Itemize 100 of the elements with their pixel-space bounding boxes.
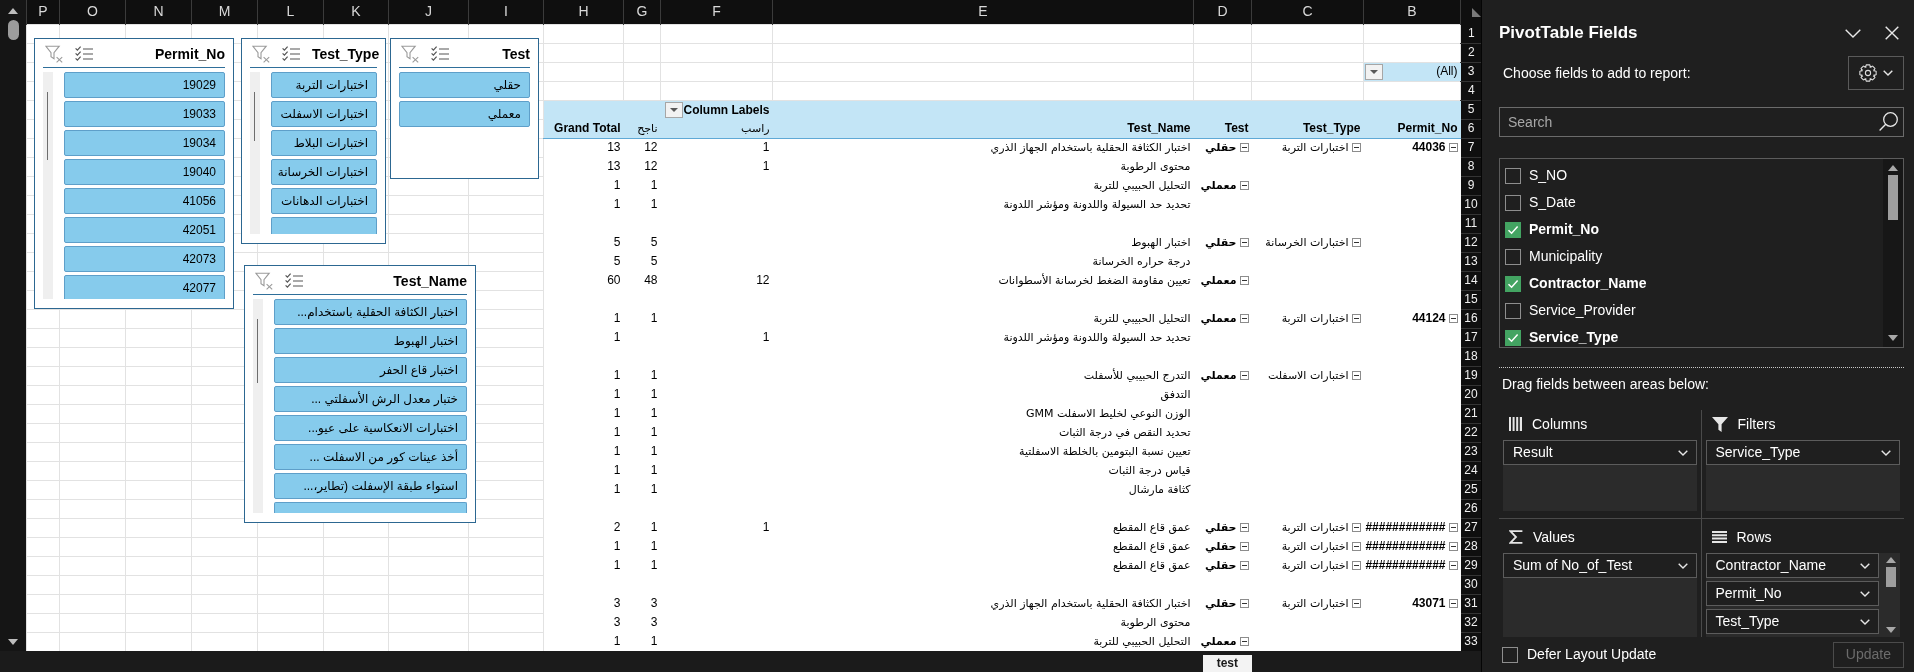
dropdown-button[interactable]: [665, 102, 684, 118]
scroll-down-icon[interactable]: [1888, 335, 1898, 341]
dropdown-button[interactable]: [1365, 63, 1383, 80]
checkbox[interactable]: [1505, 248, 1521, 265]
collapse-icon[interactable]: [1448, 599, 1458, 608]
scroll-track[interactable]: [253, 299, 263, 513]
slicer-item[interactable]: اختبارات البلاط: [271, 130, 377, 156]
defer-layout-label[interactable]: Defer Layout Update: [1527, 644, 1657, 665]
clear-filter-icon[interactable]: [401, 45, 419, 63]
checkbox[interactable]: [1505, 221, 1521, 238]
collapse-icon[interactable]: [1239, 561, 1249, 570]
close-icon[interactable]: [1885, 26, 1899, 40]
field-dropdown[interactable]: Contractor_Name: [1705, 553, 1879, 578]
slicer-item[interactable]: اختبارات الانعكاسية على عيو...: [274, 415, 467, 441]
slicer-item[interactable]: استواء طبقة الإسفلت (تطاير،...: [274, 473, 467, 499]
slicer-item[interactable]: اختبارات الاسفلت: [271, 101, 377, 127]
collapse-icon[interactable]: [1351, 143, 1361, 153]
collapse-icon[interactable]: [1239, 371, 1249, 380]
slicer-item[interactable]: 42051: [64, 217, 225, 243]
slicer-item[interactable]: 41056: [64, 188, 225, 214]
collapse-icon[interactable]: [1239, 238, 1249, 247]
field-dropdown[interactable]: Sum of No_of_Test: [1503, 553, 1697, 578]
collapse-icon[interactable]: [1351, 238, 1361, 247]
slicer-item[interactable]: 42077: [64, 275, 225, 299]
slicer-item[interactable]: 19034: [64, 130, 225, 156]
multi-select-icon[interactable]: [285, 273, 303, 289]
slicer-item[interactable]: اختبارات الدهانات: [271, 188, 377, 214]
scroll-track[interactable]: [43, 72, 53, 299]
slicer-item[interactable]: ختبار معدل الرش الأسفلتي ...: [274, 386, 467, 412]
scroll-up-icon[interactable]: [1888, 165, 1898, 171]
checkbox[interactable]: [1505, 302, 1521, 319]
collapse-icon[interactable]: [1448, 523, 1458, 532]
slicer-item[interactable]: معملي: [399, 101, 530, 127]
clear-filter-icon[interactable]: [45, 45, 63, 63]
slicer-item[interactable]: اختبار الهبوط: [274, 328, 467, 354]
search-icon[interactable]: [1879, 112, 1898, 131]
settings-button[interactable]: [1848, 56, 1904, 90]
slicer-item[interactable]: حقلي: [399, 72, 530, 98]
field-name[interactable]: Contractor_Name: [1529, 273, 1647, 294]
collapse-icon[interactable]: [1448, 542, 1458, 551]
field-name[interactable]: Municipality: [1529, 246, 1603, 267]
slicer-item[interactable]: اختبار قاع الحفر: [274, 357, 467, 383]
field-dropdown[interactable]: Result: [1503, 440, 1697, 465]
scroll-down-icon[interactable]: [1886, 627, 1896, 633]
clear-filter-icon[interactable]: [255, 272, 273, 290]
field-name[interactable]: Service_Provider: [1529, 300, 1636, 321]
collapse-icon[interactable]: [1239, 599, 1249, 608]
multi-select-icon[interactable]: [282, 46, 300, 62]
collapse-icon[interactable]: [1448, 314, 1458, 323]
checkbox[interactable]: [1502, 646, 1518, 663]
collapse-icon[interactable]: [1351, 371, 1361, 380]
sheet-tab[interactable]: test: [1202, 655, 1252, 672]
collapse-icon[interactable]: [1351, 561, 1361, 570]
checkbox[interactable]: [1505, 167, 1521, 184]
checkbox[interactable]: [1505, 329, 1521, 346]
scroll-thumb[interactable]: [257, 319, 258, 384]
slicer-item[interactable]: 42073: [64, 246, 225, 272]
slicer-item[interactable]: اختبار الكثافة الحقلية باستخدام...: [274, 299, 467, 325]
collapse-icon[interactable]: [1351, 599, 1361, 608]
scroll-thumb[interactable]: [1888, 175, 1898, 220]
chevron-down-icon[interactable]: [1845, 28, 1861, 38]
collapse-icon[interactable]: [1351, 314, 1361, 323]
collapse-icon[interactable]: [1239, 523, 1249, 532]
field-dropdown[interactable]: Test_Type: [1705, 609, 1879, 634]
field-dropdown[interactable]: Service_Type: [1705, 440, 1900, 465]
slicer-item[interactable]: 19033: [64, 101, 225, 127]
collapse-icon[interactable]: [1351, 542, 1361, 551]
field-name[interactable]: S_NO: [1529, 165, 1568, 186]
collapse-icon[interactable]: [1351, 523, 1361, 532]
field-name[interactable]: S_Date: [1529, 192, 1576, 213]
collapse-icon[interactable]: [1239, 314, 1249, 323]
field-name[interactable]: Permit_No: [1529, 219, 1600, 240]
slicer-item[interactable]: اختبارات الخرسانة: [271, 159, 377, 185]
collapse-icon[interactable]: [1448, 561, 1458, 570]
scroll-thumb[interactable]: [47, 92, 48, 161]
slicer-item[interactable]: 19040: [64, 159, 225, 185]
scroll-thumb[interactable]: [254, 92, 255, 141]
field-name[interactable]: Service_Type: [1529, 327, 1619, 348]
checkbox[interactable]: [1505, 194, 1521, 211]
collapse-icon[interactable]: [1239, 637, 1249, 646]
slicer-item[interactable]: اختبارات التربة: [271, 72, 377, 98]
collapse-icon[interactable]: [1239, 143, 1249, 153]
scroll-down-icon[interactable]: [8, 639, 18, 645]
scroll-up-icon[interactable]: [1886, 557, 1896, 563]
search-field[interactable]: Search: [1499, 107, 1904, 137]
scroll-track[interactable]: [250, 72, 260, 234]
collapse-icon[interactable]: [1239, 542, 1249, 551]
collapse-icon[interactable]: [1239, 276, 1249, 285]
collapse-icon[interactable]: [1448, 143, 1458, 153]
multi-select-icon[interactable]: [75, 46, 93, 62]
slicer-item[interactable]: أخذ عينات كور من الاسفلت ...: [274, 444, 467, 470]
clear-filter-icon[interactable]: [252, 45, 270, 63]
checkbox[interactable]: [1505, 275, 1521, 292]
scroll-thumb[interactable]: [1886, 567, 1896, 587]
scroll-thumb[interactable]: [7, 20, 19, 40]
field-dropdown[interactable]: Permit_No: [1705, 581, 1879, 606]
multi-select-icon[interactable]: [431, 46, 449, 62]
slicer-item[interactable]: 19029: [64, 72, 225, 98]
scroll-up-icon[interactable]: [8, 8, 18, 14]
collapse-icon[interactable]: [1239, 181, 1249, 190]
